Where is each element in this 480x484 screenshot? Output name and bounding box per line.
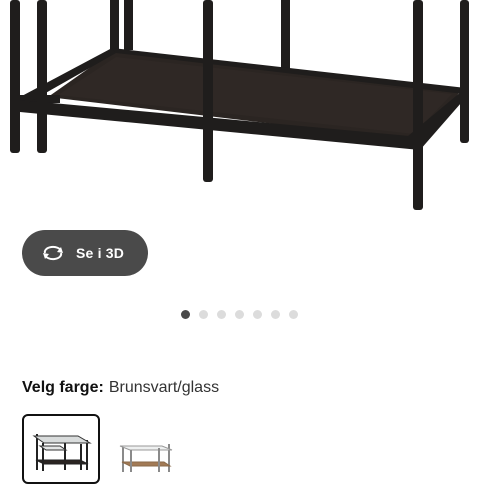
- carousel-dots: [0, 310, 480, 320]
- color-selection-heading: Velg farge: Brunsvart/glass: [22, 379, 219, 397]
- black-brown-glass-table-thumbnail: [32, 434, 92, 471]
- carousel-dot[interactable]: [289, 310, 298, 319]
- rotate-icon: [40, 243, 66, 263]
- color-label: Velg farge:: [22, 379, 104, 396]
- carousel-dot[interactable]: [181, 310, 190, 319]
- carousel-dot[interactable]: [271, 310, 280, 319]
- coffee-table-image: [10, 0, 469, 210]
- carousel-dot[interactable]: [253, 310, 262, 319]
- product-image: [0, 0, 480, 225]
- color-value: Brunsvart/glass: [108, 379, 220, 396]
- color-option-oak-glass[interactable]: [110, 414, 188, 484]
- oak-glass-table-thumbnail: [119, 444, 173, 472]
- carousel-dot[interactable]: [235, 310, 244, 319]
- color-option-black-brown-glass[interactable]: [22, 414, 100, 484]
- carousel-dot[interactable]: [199, 310, 208, 319]
- view-in-3d-label: Se i 3D: [76, 245, 125, 261]
- carousel-dot[interactable]: [217, 310, 226, 319]
- view-in-3d-button[interactable]: Se i 3D: [22, 230, 148, 276]
